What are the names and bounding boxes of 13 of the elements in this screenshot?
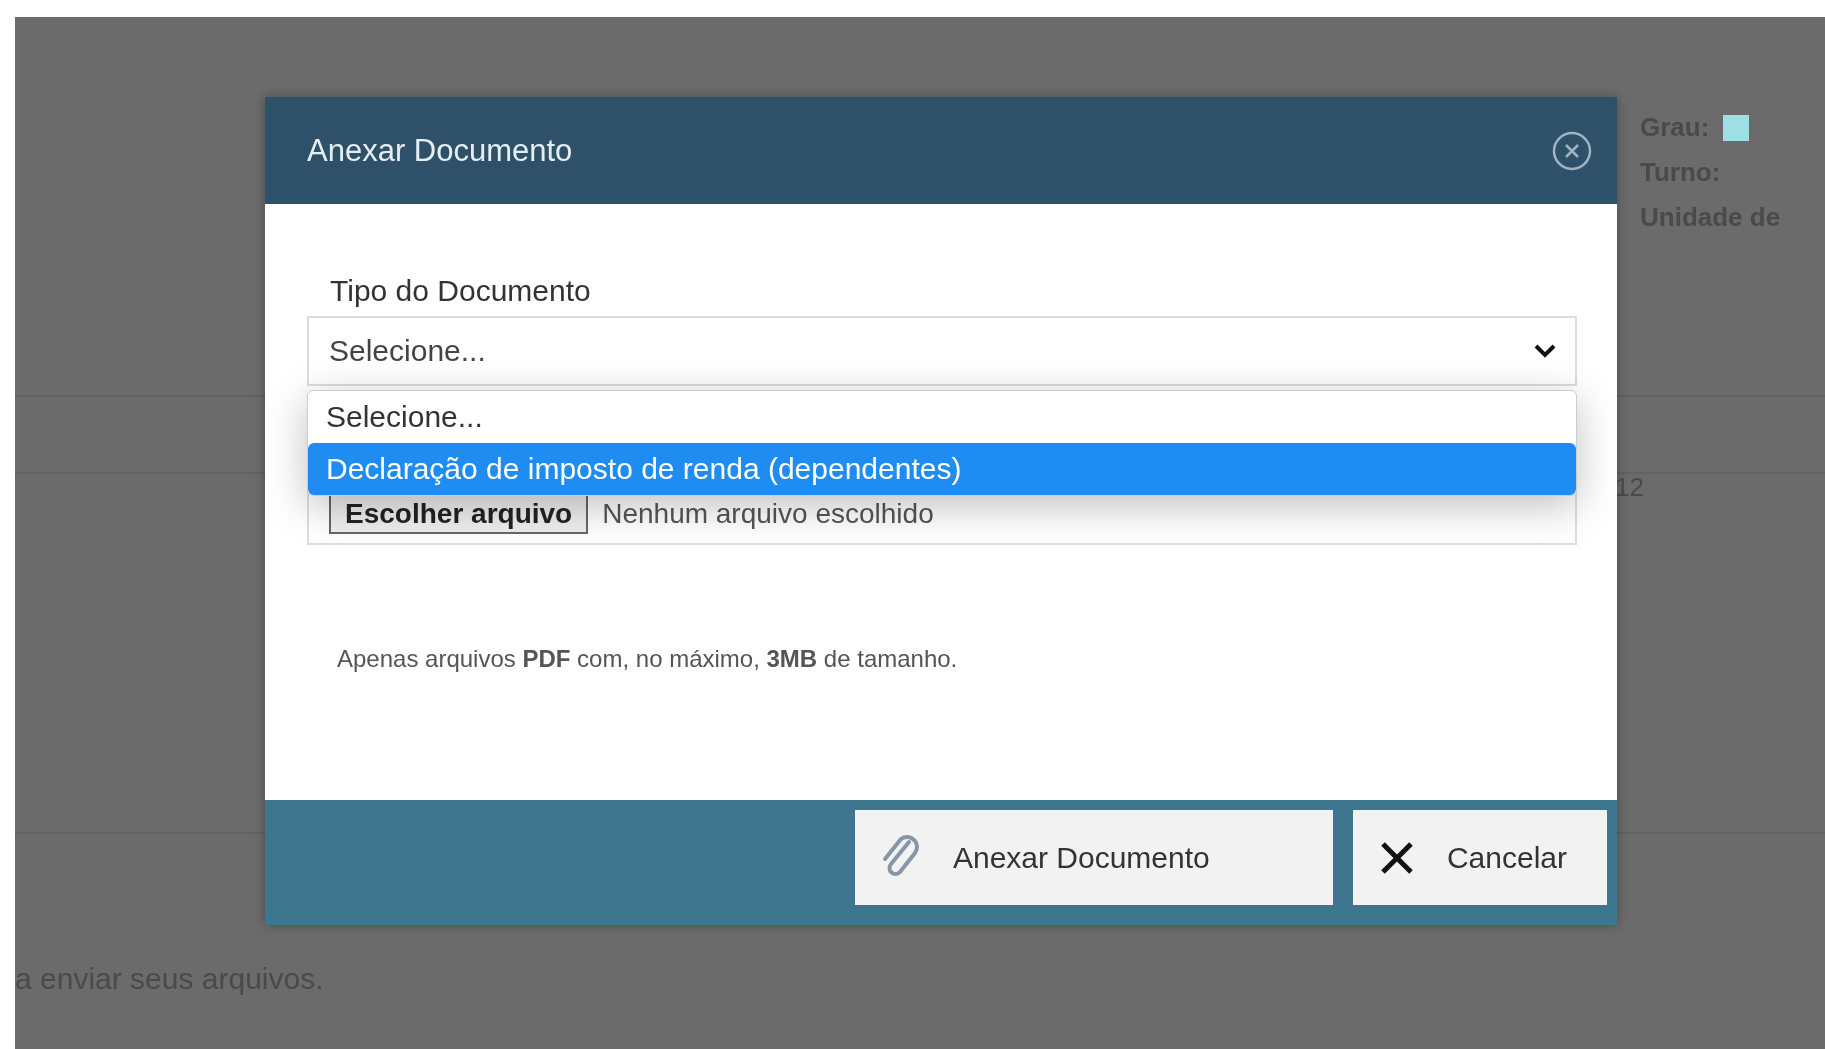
file-hint: Apenas arquivos PDF com, no máximo, 3MB de tamanho. <box>337 645 959 673</box>
attach-button[interactable]: Anexar Documento <box>854 810 1333 905</box>
chevron-icon <box>1533 343 1557 359</box>
close-button[interactable] <box>1552 130 1592 171</box>
cancel-button[interactable]: Cancelar <box>1352 810 1607 905</box>
choose-file-button[interactable]: Escolher arquivo <box>329 494 589 534</box>
document-type-select[interactable]: Selecione... <box>307 316 1577 386</box>
dropdown-option[interactable]: Selecione... <box>308 391 1576 443</box>
close-icon <box>1552 130 1592 171</box>
field-label: Tipo do Documento <box>330 274 592 308</box>
dialog-title: Anexar Documento <box>307 132 573 169</box>
file-status: Nenhum arquivo escolhido <box>602 498 934 530</box>
color-swatch-icon <box>1723 114 1750 141</box>
